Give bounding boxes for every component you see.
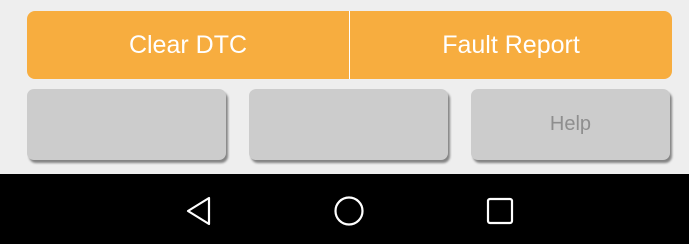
primary-action-bar: Clear DTC Fault Report (27, 11, 672, 79)
blank-button-1[interactable] (27, 89, 226, 160)
back-icon[interactable] (182, 194, 216, 228)
help-button[interactable]: Help (471, 89, 670, 160)
recent-apps-icon[interactable] (483, 194, 517, 228)
blank-button-2[interactable] (249, 89, 448, 160)
system-navigation-bar (0, 174, 689, 244)
clear-dtc-button[interactable]: Clear DTC (27, 11, 350, 79)
fault-report-button[interactable]: Fault Report (350, 11, 672, 79)
secondary-button-row: Help (27, 89, 672, 163)
home-icon[interactable] (332, 194, 366, 228)
app-screen: Clear DTC Fault Report Help (0, 0, 689, 244)
